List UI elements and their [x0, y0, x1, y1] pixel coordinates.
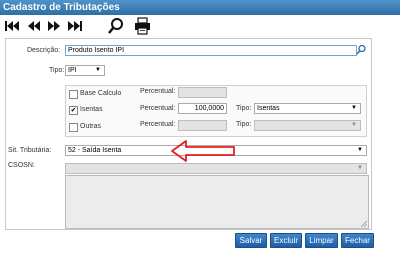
csosn-label: CSOSN: — [8, 162, 35, 169]
isentas-label: Isentas — [80, 106, 103, 113]
csosn-select[interactable]: ▼ — [65, 163, 367, 174]
resize-handle-icon[interactable] — [361, 221, 367, 227]
close-button[interactable]: Fechar — [341, 233, 374, 248]
isentas-tipo-label: Tipo: — [236, 105, 252, 112]
annotation-arrow-icon — [171, 140, 235, 162]
outras-percentual-field[interactable] — [178, 120, 227, 131]
tax-options-group: Base Calculo Percentual: ✔ Isentas Perce… — [65, 85, 367, 137]
sit-tributaria-label: Sit. Tributária: — [8, 147, 52, 154]
tipo-dropdown-icon: ▼ — [95, 67, 101, 73]
outras-tipo-label: Tipo: — [236, 121, 252, 128]
base-calculo-checkbox[interactable] — [69, 90, 78, 99]
observacoes-textarea[interactable] — [65, 175, 369, 229]
outras-tipo-dropdown-icon: ▼ — [351, 122, 357, 128]
sit-tributaria-value: 52 - Saída Isenta — [68, 147, 122, 154]
window-titlebar: Cadastro de Tributações — [0, 0, 400, 15]
isentas-percentual-field[interactable]: 100,0000 — [178, 103, 227, 114]
isentas-tipo-value: Isentas — [257, 105, 280, 112]
base-calculo-label: Base Calculo — [80, 90, 122, 97]
outras-checkbox[interactable] — [69, 123, 78, 132]
outras-tipo-select[interactable]: ▼ — [254, 120, 361, 131]
print-icon[interactable] — [134, 17, 151, 35]
descricao-field[interactable]: Produto Isento IPI — [65, 45, 357, 56]
tipo-value: IPI — [68, 67, 77, 74]
toolbar — [4, 17, 204, 37]
outras-label: Outras — [80, 123, 102, 130]
last-record-icon[interactable] — [67, 17, 84, 35]
descricao-search-icon[interactable] — [356, 44, 366, 56]
base-calculo-percentual-label: Percentual: — [140, 88, 176, 95]
search-icon[interactable] — [108, 17, 124, 35]
window-title: Cadastro de Tributações — [3, 2, 120, 13]
isentas-tipo-dropdown-icon: ▼ — [351, 105, 357, 111]
sit-tributaria-dropdown-icon: ▼ — [357, 147, 363, 153]
form-panel: Descrição: Produto Isento IPI Tipo: IPI … — [5, 38, 372, 230]
first-record-icon[interactable] — [4, 17, 20, 35]
isentas-percentual-value: 100,0000 — [194, 105, 224, 112]
delete-button[interactable]: Excluir — [270, 233, 302, 248]
csosn-dropdown-icon: ▼ — [357, 165, 363, 171]
isentas-tipo-select[interactable]: Isentas ▼ — [254, 103, 361, 114]
previous-record-icon[interactable] — [26, 17, 42, 35]
tipo-label: Tipo: — [49, 67, 65, 74]
isentas-checkbox[interactable]: ✔ — [69, 106, 78, 115]
save-button[interactable]: Salvar — [235, 233, 267, 248]
descricao-value: Produto Isento IPI — [68, 47, 125, 54]
next-record-icon[interactable] — [46, 17, 62, 35]
descricao-label: Descrição: — [27, 47, 61, 54]
isentas-percentual-label: Percentual: — [140, 105, 176, 112]
clear-button[interactable]: Limpar — [305, 233, 338, 248]
base-calculo-percentual-field[interactable] — [178, 87, 227, 98]
tipo-select[interactable]: IPI ▼ — [65, 65, 105, 76]
outras-percentual-label: Percentual: — [140, 121, 176, 128]
